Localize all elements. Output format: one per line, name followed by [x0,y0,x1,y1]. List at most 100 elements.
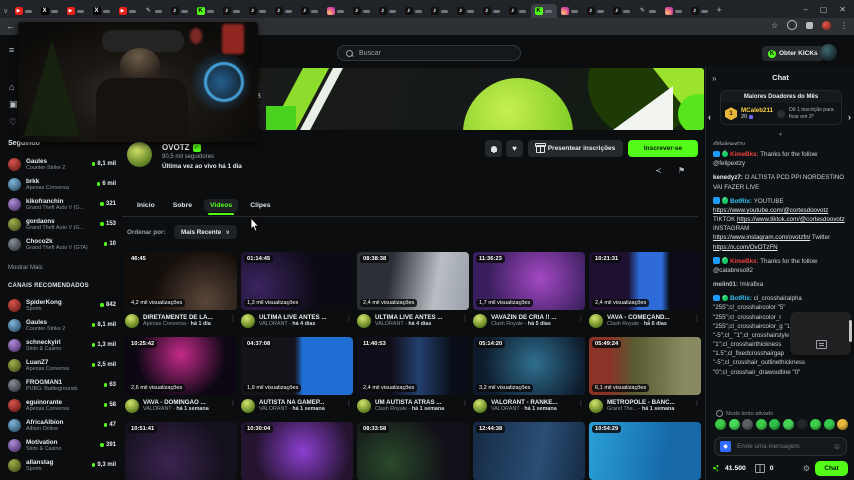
video-options-icon[interactable]: ⋮ [462,400,468,407]
minimize-button[interactable]: – [803,5,807,14]
quick-emote-icon[interactable] [797,419,808,430]
tab-sobre[interactable]: Sobre [167,199,198,212]
extensions-icon[interactable] [806,22,813,29]
video-card[interactable]: 11:40:532,4 mil visualizaçõesUM AUTISTA … [357,337,469,413]
video-thumbnail[interactable]: 08:38:382,4 mil visualizações [357,252,469,310]
close-button[interactable]: ✕ [839,5,846,14]
sort-dropdown[interactable]: Mais Recente ∨ [174,225,237,239]
chat-username[interactable]: kenedyz7: [713,174,745,181]
quick-emote-icon[interactable] [769,419,780,430]
browser-tab[interactable]: ♪ [427,4,453,18]
video-card[interactable]: 05:14:203,2 mil visualizaçõesVALORANT - … [473,337,585,413]
video-thumbnail[interactable]: 10:30:04 [241,422,353,480]
chat-link[interactable]: https://www.instagram.com/ovotzfn/ [713,234,810,241]
chat-username[interactable]: BotRix: [730,198,754,205]
video-thumbnail[interactable]: 12:44:38 [473,422,585,480]
favorites-heart-icon[interactable]: ♡ [9,117,17,128]
video-card-partial[interactable]: 12:44:38 [473,422,585,480]
browser-tab[interactable]: X [37,4,63,18]
video-thumbnail[interactable]: 10:21:312,4 mil visualizações [589,252,701,310]
recommended-channel-item[interactable]: AfricaAlbionAlbion Online47 [0,415,122,435]
browser-tab[interactable]: ♪ [401,4,427,18]
video-card[interactable]: 10:25:422,6 mil visualizaçõesVAVA - DOMI… [125,337,237,413]
quick-emote-icon[interactable] [783,419,794,430]
gift-box-icon[interactable] [755,464,765,473]
donors-collapse-handle[interactable]: ▼ [706,132,854,138]
browser-profile-avatar[interactable] [822,21,831,30]
browser-tab[interactable] [557,4,583,18]
browser-tab[interactable]: ♪ [479,4,505,18]
bookmark-star-icon[interactable]: ☆ [771,21,778,30]
video-card-partial[interactable]: 10:51:41 [125,422,237,480]
video-options-icon[interactable]: ⋮ [694,400,700,407]
video-options-icon[interactable]: ⋮ [578,315,584,322]
video-card[interactable]: 08:38:382,4 mil visualizaçõesULTIMA LIVE… [357,252,469,328]
browser-tab[interactable]: ♪ [687,4,713,18]
browser-tab[interactable] [661,4,687,18]
browser-tab[interactable]: ▶ [115,4,141,18]
video-thumbnail[interactable]: 08:33:58 [357,422,469,480]
back-icon[interactable]: ← [6,21,15,31]
following-channel-item[interactable]: GaulesCounter-Strike 28,1 mil [0,154,122,174]
video-thumbnail[interactable]: 11:40:532,4 mil visualizações [357,337,469,395]
browser-tab[interactable]: ✎ [141,4,167,18]
browse-icon[interactable]: ▣ [9,99,18,110]
video-options-icon[interactable]: ⋮ [346,315,352,322]
get-kicks-button[interactable]: K Obter KICKs [762,46,824,61]
quick-emote-icon[interactable] [715,419,726,430]
video-thumbnail[interactable]: 10:54:29 [589,422,701,480]
maximize-button[interactable]: ▢ [820,5,828,14]
video-options-icon[interactable]: ⋮ [578,400,584,407]
video-thumbnail[interactable]: 04:37:081,9 mil visualizações [241,337,353,395]
notifications-bell-button[interactable] [485,140,502,157]
identity-badge-icon[interactable]: ◆ [720,441,731,452]
quick-emote-icon[interactable] [824,419,835,430]
video-options-icon[interactable]: ⋮ [346,400,352,407]
browser-tab[interactable]: ♪ [453,4,479,18]
chat-username[interactable]: melin01: [713,281,740,288]
video-card-partial[interactable]: 10:30:04 [241,422,353,480]
recommended-channel-item[interactable]: MotivationSlots & Casino391 [0,435,122,455]
browser-tab[interactable]: ♪ [245,4,271,18]
following-channel-item[interactable]: brkkApenas Conversa6 mil [0,174,122,194]
chat-link[interactable]: https://www.youtube.com/@cortesdoovotz [713,207,828,214]
search-bar[interactable] [337,45,521,61]
video-thumbnail[interactable]: 11:36:231,7 mil visualizações [473,252,585,310]
quick-emote-icon[interactable] [729,419,740,430]
video-card[interactable]: 46:454,2 mil visualizaçõesDIRETAMENTE DE… [125,252,237,328]
search-input[interactable] [357,49,481,58]
video-card[interactable]: 05:49:246,1 mil visualizaçõesMETRÓPOLE -… [589,337,701,413]
browser-tab[interactable]: ♪ [297,4,323,18]
video-card[interactable]: 10:21:312,4 mil visualizaçõesVAVA - COME… [589,252,701,328]
browser-tab[interactable]: ♪ [219,4,245,18]
gift-subscriptions-button[interactable]: Presentear inscrições [528,140,623,157]
video-options-icon[interactable]: ⋮ [694,315,700,322]
following-channel-item[interactable]: Choco2kGrand Theft Auto V (GTA)10 [0,234,122,254]
tab-videos[interactable]: Videos [204,199,238,212]
extension-icon[interactable] [787,20,797,30]
browser-tab[interactable]: ♪ [167,4,193,18]
video-options-icon[interactable]: ⋮ [230,315,236,322]
chat-message-input[interactable] [735,442,827,451]
video-card[interactable]: 01:14:451,3 mil visualizaçõesULTIMA LIVE… [241,252,353,328]
carousel-prev-icon[interactable]: ‹ [708,112,711,122]
channel-avatar[interactable] [127,142,152,167]
recommended-channel-item[interactable]: allanstagSports9,3 mil [0,455,122,475]
chat-settings-gear-icon[interactable]: ⚙ [803,464,810,473]
recommended-channel-item[interactable]: SpiderKongSports842 [0,295,122,315]
video-card[interactable]: 11:36:231,7 mil visualizaçõesVAVAZIN DE … [473,252,585,328]
recommended-channel-item[interactable]: schneckyirlSlots & Casino1,3 mil [0,335,122,355]
quick-emote-icon[interactable] [810,419,821,430]
video-card-partial[interactable]: 10:54:29 [589,422,701,480]
user-avatar[interactable] [820,44,837,61]
quick-emote-icon[interactable] [742,419,753,430]
follow-heart-button[interactable]: ♥ [506,140,523,157]
browser-tab[interactable] [323,4,349,18]
chat-link[interactable]: https://www.tiktok.com/@cortesdoovotz [737,216,845,223]
browser-tab[interactable]: ♪ [583,4,609,18]
browser-tab[interactable]: ✎ [635,4,661,18]
browser-tab[interactable]: X [89,4,115,18]
browser-tab[interactable]: K [193,4,219,18]
chat-username[interactable]: KimeBks: [730,151,760,158]
video-thumbnail[interactable]: 05:49:246,1 mil visualizações [589,337,701,395]
